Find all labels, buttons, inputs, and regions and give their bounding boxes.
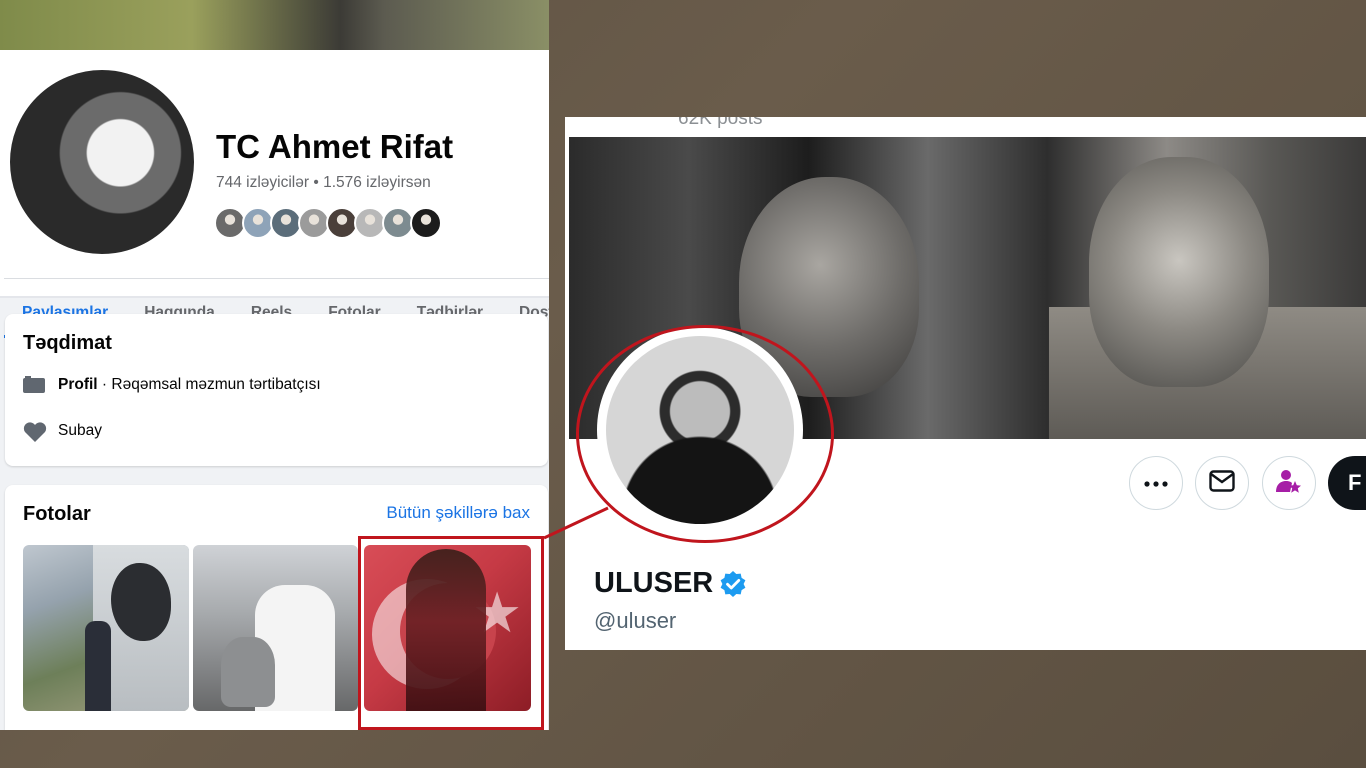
follow-button[interactable]: F [1328,456,1366,510]
intro-card: Təqdimat Profil · Rəqəmsal məzmun tərtib… [5,314,548,466]
profile-avatar[interactable] [6,66,198,258]
tab-shadow [0,296,549,298]
highlight-box [358,536,544,730]
friend-avatar[interactable] [410,207,442,239]
briefcase-icon [23,376,45,394]
photo-thumbnail[interactable] [23,545,189,711]
message-button[interactable] [1195,456,1249,510]
more-options-button[interactable] [1129,456,1183,510]
display-name-text: ULUSER [594,567,714,599]
subscribe-button[interactable] [1262,456,1316,510]
verified-badge-icon[interactable] [719,570,747,598]
display-name: ULUSER [594,567,747,600]
intro-relationship: Subay [58,422,102,439]
see-all-photos-link[interactable]: Bütün şəkillərə bax [386,503,530,523]
posts-count: 62K posts [678,117,763,129]
profile-name: TC Ahmet Rifat [216,128,454,165]
divider [4,278,549,279]
username-handle: @uluser [594,608,677,633]
intro-profile-detail: · Rəqəmsal məzmun tərtibatçısı [97,376,321,393]
mail-icon [1209,469,1235,497]
follow-stats[interactable]: 744 izləyicilər • 1.576 izləyirsən [216,174,431,192]
intro-relationship-row: Subay [23,422,102,442]
more-icon [1144,474,1168,492]
heart-icon [23,422,47,442]
callout-circle [576,325,834,543]
intro-profile-row: Profil · Rəqəmsal məzmun tərtibatçısı [23,376,321,394]
cover-photo[interactable] [0,0,549,50]
person-star-icon [1275,467,1303,500]
photo-thumbnail[interactable] [193,545,358,711]
intro-profile-label: Profil [58,376,98,393]
friend-avatars [214,207,442,239]
profile-header: TC Ahmet Rifat 744 izləyicilər • 1.576 i… [0,50,549,338]
photos-title: Fotolar [23,503,91,525]
intro-title: Təqdimat [23,332,112,354]
